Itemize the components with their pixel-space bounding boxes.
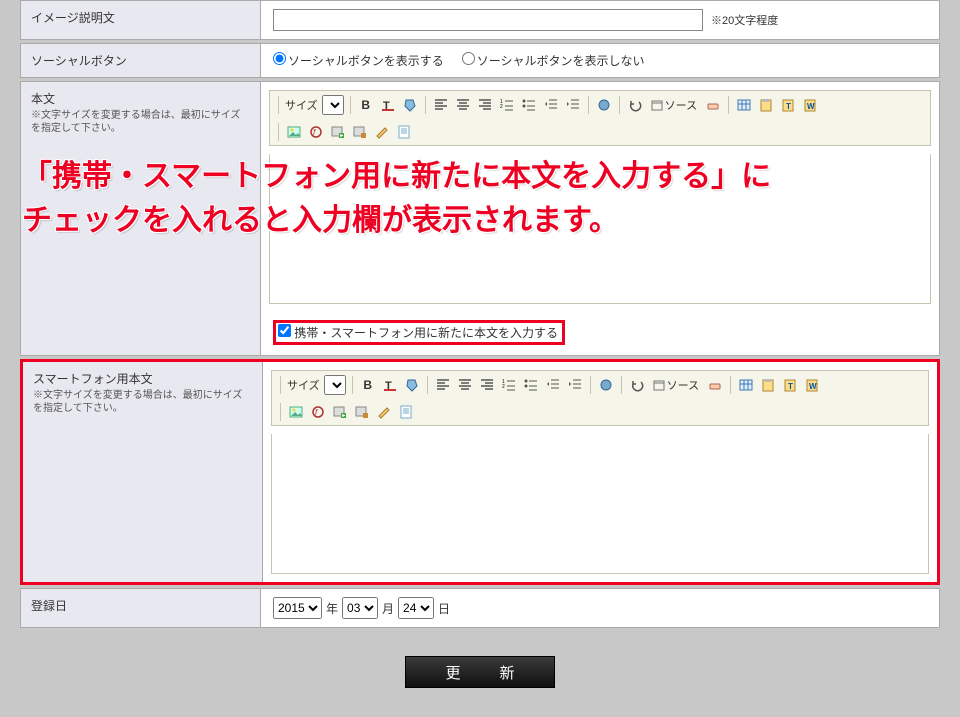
year-suffix: 年 bbox=[326, 600, 338, 617]
svg-text:W: W bbox=[807, 102, 815, 111]
flash-icon[interactable]: f bbox=[307, 123, 325, 141]
insert-image2-icon[interactable] bbox=[353, 403, 371, 421]
eraser-icon[interactable] bbox=[704, 96, 722, 114]
checkbox-highlight: 携帯・スマートフォン用に新たに本文を入力する bbox=[273, 320, 565, 345]
paste-icon[interactable] bbox=[759, 376, 777, 394]
svg-text:f: f bbox=[313, 128, 316, 137]
paste-text-icon[interactable]: T bbox=[781, 376, 799, 394]
text-color-icon[interactable]: T bbox=[379, 96, 397, 114]
paste-word-icon[interactable]: W bbox=[803, 376, 821, 394]
link-icon[interactable] bbox=[597, 376, 615, 394]
flash-icon[interactable]: f bbox=[309, 403, 327, 421]
button-row: 更 新 bbox=[20, 656, 940, 688]
radio-show[interactable] bbox=[273, 52, 286, 65]
row-sp-body: スマートフォン用本文 ※文字サイズを変更する場合は、最初にサイズを指定して下さい… bbox=[20, 359, 940, 585]
label-body: 本文 ※文字サイズを変更する場合は、最初にサイズを指定して下さい。 bbox=[21, 82, 261, 355]
row-date: 登録日 2015 年 03 月 24 日 bbox=[20, 588, 940, 628]
day-suffix: 日 bbox=[438, 600, 450, 617]
sp-body-checkbox-label: 携帯・スマートフォン用に新たに本文を入力する bbox=[294, 326, 558, 340]
svg-text:T: T bbox=[786, 102, 791, 111]
align-center-icon[interactable] bbox=[454, 96, 472, 114]
image-desc-hint: ※20文字程度 bbox=[711, 12, 778, 28]
bold-icon[interactable]: B bbox=[359, 376, 377, 394]
radio-hide[interactable] bbox=[462, 52, 475, 65]
page-icon[interactable] bbox=[395, 123, 413, 141]
row-image-desc: イメージ説明文 ※20文字程度 bbox=[20, 0, 940, 40]
page-icon[interactable] bbox=[397, 403, 415, 421]
bg-color-icon[interactable] bbox=[401, 96, 419, 114]
image-icon[interactable] bbox=[287, 403, 305, 421]
sp-editor-area[interactable] bbox=[271, 434, 929, 574]
insert-image-icon[interactable] bbox=[329, 123, 347, 141]
align-right-icon[interactable] bbox=[478, 376, 496, 394]
field-date: 2015 年 03 月 24 日 bbox=[261, 589, 939, 627]
source-icon[interactable]: ソース bbox=[648, 96, 700, 114]
paste-icon[interactable] bbox=[757, 96, 775, 114]
paste-text-icon[interactable]: T bbox=[779, 96, 797, 114]
align-right-icon[interactable] bbox=[476, 96, 494, 114]
undo-icon[interactable] bbox=[628, 376, 646, 394]
paste-word-icon[interactable]: W bbox=[801, 96, 819, 114]
insert-image-icon[interactable] bbox=[331, 403, 349, 421]
align-left-icon[interactable] bbox=[432, 96, 450, 114]
insert-image2-icon[interactable] bbox=[351, 123, 369, 141]
svg-text:T: T bbox=[788, 382, 793, 391]
link-icon[interactable] bbox=[595, 96, 613, 114]
list-bullet-icon[interactable] bbox=[520, 96, 538, 114]
image-desc-input[interactable] bbox=[273, 9, 703, 31]
outdent-icon[interactable] bbox=[544, 376, 562, 394]
month-select[interactable]: 03 bbox=[342, 597, 378, 619]
day-select[interactable]: 24 bbox=[398, 597, 434, 619]
field-sp-body: サイズ B T 12 ソース bbox=[263, 362, 937, 582]
size-select[interactable] bbox=[322, 95, 344, 115]
align-center-icon[interactable] bbox=[456, 376, 474, 394]
list-bullet-icon[interactable] bbox=[522, 376, 540, 394]
list-ordered-icon[interactable]: 12 bbox=[500, 376, 518, 394]
field-social: ソーシャルボタンを表示する ソーシャルボタンを表示しない bbox=[261, 44, 939, 77]
body-editor-area[interactable] bbox=[269, 154, 931, 304]
field-body: サイズ B T 12 ソース bbox=[261, 82, 939, 355]
radio-show-label[interactable]: ソーシャルボタンを表示する bbox=[273, 52, 444, 69]
radio-hide-label[interactable]: ソーシャルボタンを表示しない bbox=[462, 52, 645, 69]
edit-icon[interactable] bbox=[373, 123, 391, 141]
table-icon[interactable] bbox=[735, 96, 753, 114]
sp-editor-toolbar: サイズ B T 12 ソース bbox=[271, 370, 929, 426]
text-color-icon[interactable]: T bbox=[381, 376, 399, 394]
label-image-desc: イメージ説明文 bbox=[21, 1, 261, 39]
label-sp-body: スマートフォン用本文 ※文字サイズを変更する場合は、最初にサイズを指定して下さい… bbox=[23, 362, 263, 582]
update-button[interactable]: 更 新 bbox=[405, 656, 555, 688]
size-label: サイズ bbox=[287, 377, 320, 393]
label-date: 登録日 bbox=[21, 589, 261, 627]
body-editor-toolbar: サイズ B T 12 ソース bbox=[269, 90, 931, 146]
row-social: ソーシャルボタン ソーシャルボタンを表示する ソーシャルボタンを表示しない bbox=[20, 43, 940, 78]
checkbox-row: 携帯・スマートフォン用に新たに本文を入力する bbox=[269, 318, 931, 347]
label-social: ソーシャルボタン bbox=[21, 44, 261, 77]
svg-text:2: 2 bbox=[502, 384, 505, 390]
size-label: サイズ bbox=[285, 97, 318, 113]
month-suffix: 月 bbox=[382, 600, 394, 617]
field-image-desc: ※20文字程度 bbox=[261, 1, 939, 39]
edit-icon[interactable] bbox=[375, 403, 393, 421]
year-select[interactable]: 2015 bbox=[273, 597, 322, 619]
eraser-icon[interactable] bbox=[706, 376, 724, 394]
indent-icon[interactable] bbox=[566, 376, 584, 394]
size-select[interactable] bbox=[324, 375, 346, 395]
align-left-icon[interactable] bbox=[434, 376, 452, 394]
svg-text:2: 2 bbox=[500, 104, 503, 110]
indent-icon[interactable] bbox=[564, 96, 582, 114]
source-icon[interactable]: ソース bbox=[650, 376, 702, 394]
bg-color-icon[interactable] bbox=[403, 376, 421, 394]
svg-text:f: f bbox=[315, 408, 318, 417]
row-body: 本文 ※文字サイズを変更する場合は、最初にサイズを指定して下さい。 サイズ B … bbox=[20, 81, 940, 356]
list-ordered-icon[interactable]: 12 bbox=[498, 96, 516, 114]
table-icon[interactable] bbox=[737, 376, 755, 394]
outdent-icon[interactable] bbox=[542, 96, 560, 114]
bold-icon[interactable]: B bbox=[357, 96, 375, 114]
image-icon[interactable] bbox=[285, 123, 303, 141]
sp-body-checkbox[interactable] bbox=[278, 324, 291, 337]
undo-icon[interactable] bbox=[626, 96, 644, 114]
svg-text:W: W bbox=[809, 382, 817, 391]
